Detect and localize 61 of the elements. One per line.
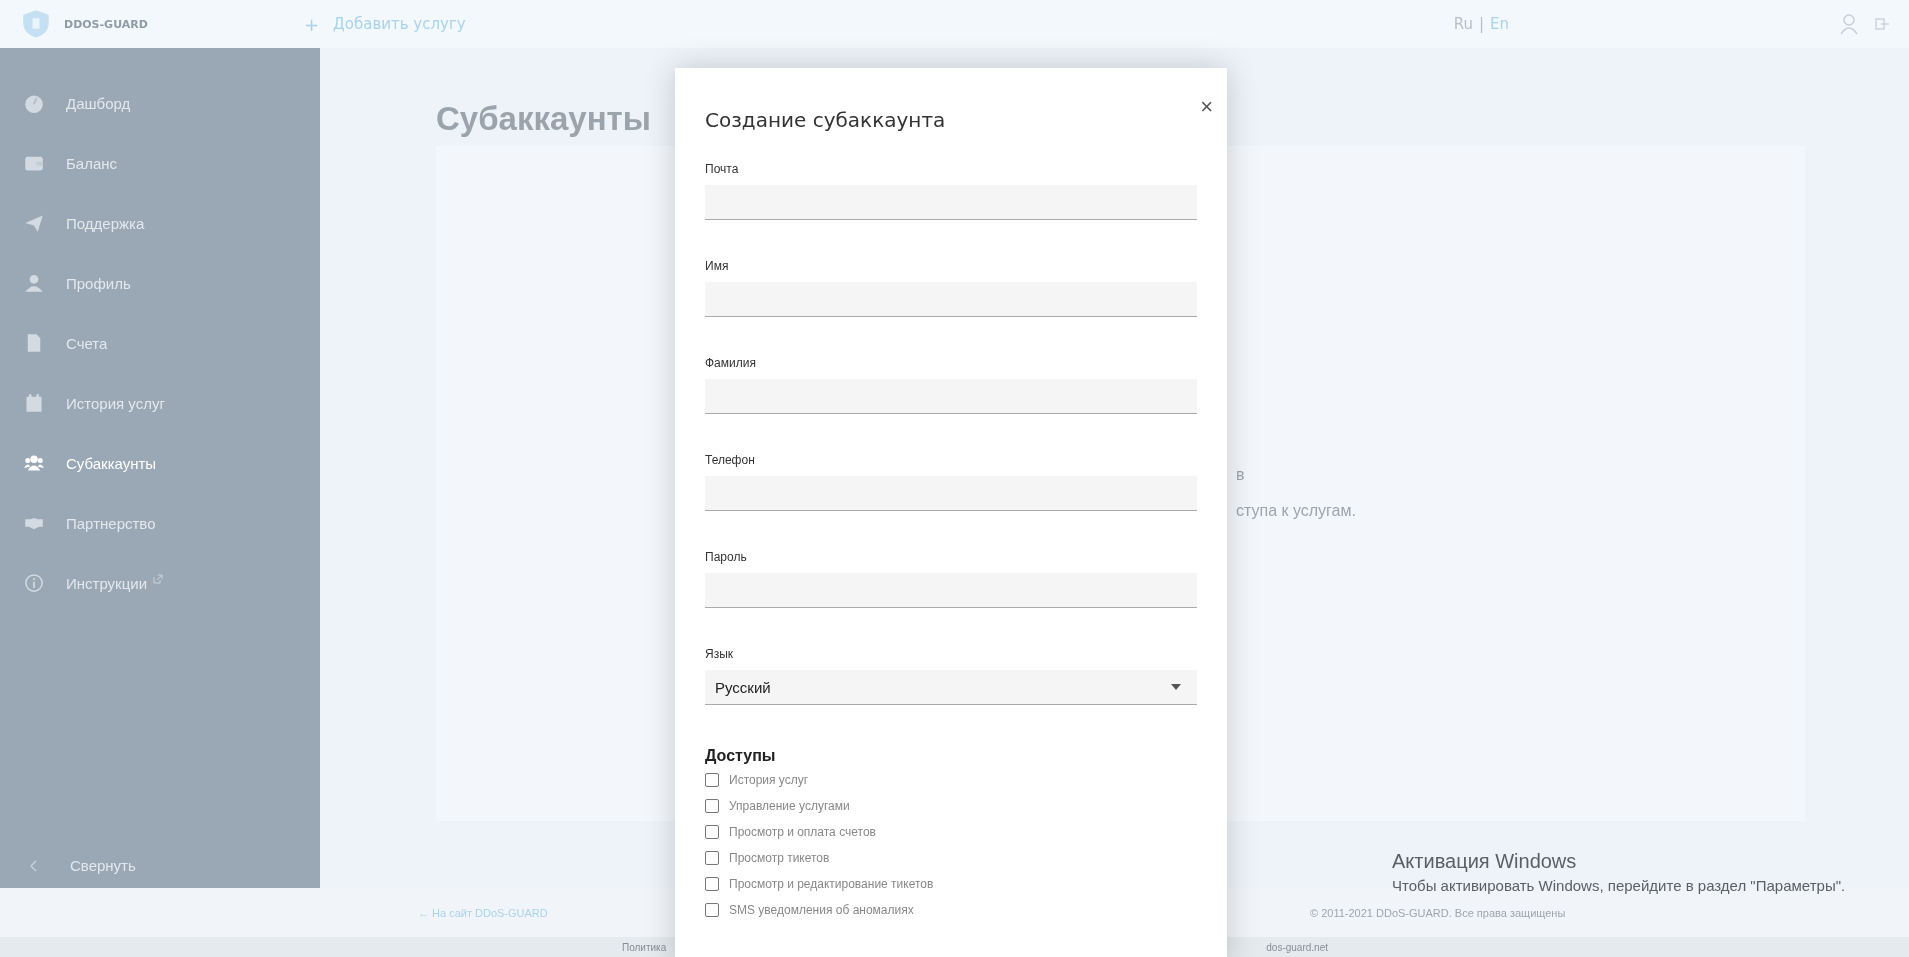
input-field[interactable] bbox=[705, 476, 1197, 511]
activation-title: Активация Windows bbox=[1392, 850, 1578, 873]
users-icon bbox=[24, 453, 44, 473]
chevron-left-icon bbox=[30, 859, 38, 872]
permission-option[interactable]: Просмотр и оплата счетов bbox=[705, 825, 1197, 839]
field-label: Пароль bbox=[705, 550, 748, 564]
collapse-button[interactable]: Свернуть bbox=[0, 857, 320, 888]
field-label: Язык bbox=[705, 647, 735, 661]
sidebar-item[interactable]: Счета bbox=[0, 313, 320, 373]
page-title: Субаккаунты bbox=[436, 100, 651, 138]
section-title: Доступы bbox=[705, 747, 777, 765]
language-select[interactable]: Русский bbox=[705, 670, 1197, 705]
sidebar-item[interactable]: Партнерство bbox=[0, 493, 320, 553]
checkbox[interactable] bbox=[705, 877, 719, 891]
add-service-link[interactable]: + Добавить услугу bbox=[304, 13, 466, 35]
language-link[interactable]: En bbox=[1490, 15, 1509, 33]
plane-icon bbox=[24, 213, 44, 233]
sidebar-item[interactable]: Баланс bbox=[0, 133, 320, 193]
permission-option[interactable]: Управление услугами bbox=[705, 799, 1197, 813]
caret-icon bbox=[1171, 684, 1181, 690]
sidebar-item[interactable]: Субаккаунты bbox=[0, 433, 320, 493]
sidebar-item[interactable]: История услуг bbox=[0, 373, 320, 433]
checkbox[interactable] bbox=[705, 799, 719, 813]
sidebar-item[interactable]: Поддержка bbox=[0, 193, 320, 253]
password-field[interactable] bbox=[705, 573, 1197, 608]
permission-option[interactable]: Просмотр тикетов bbox=[705, 851, 1197, 865]
copyright-text: © 2011-2021 DDoS-GUARD. Все права защищены bbox=[1310, 906, 1566, 919]
input-field[interactable] bbox=[705, 379, 1197, 414]
field-label: Фамилия bbox=[705, 356, 757, 370]
field-label: Почта bbox=[705, 162, 740, 176]
policy-link[interactable]: Политика bbox=[622, 941, 667, 953]
input-field[interactable] bbox=[705, 185, 1197, 220]
shield-logo-icon bbox=[22, 9, 50, 39]
card-text: в bbox=[1236, 466, 1246, 484]
language-separator: | bbox=[1478, 15, 1484, 33]
gauge-icon bbox=[24, 93, 44, 113]
calendar-icon bbox=[24, 393, 44, 413]
dialog-title: Создание субаккаунта bbox=[705, 108, 946, 132]
field-label: Имя bbox=[705, 259, 730, 273]
logout-icon[interactable] bbox=[1875, 17, 1889, 31]
logo-text: DDOS-GUARD bbox=[64, 17, 149, 31]
user-icon[interactable] bbox=[1839, 13, 1859, 35]
checkbox[interactable] bbox=[705, 851, 719, 865]
sidebar-item[interactable]: Профиль bbox=[0, 253, 320, 313]
user-icon bbox=[24, 273, 44, 293]
site-link[interactable]: dos-guard.net bbox=[1266, 941, 1328, 953]
permission-option[interactable]: Просмотр и редактирование тикетов bbox=[705, 877, 1197, 891]
checkbox[interactable] bbox=[705, 825, 719, 839]
permission-option[interactable]: История услуг bbox=[705, 773, 1197, 787]
close-button[interactable]: × bbox=[1200, 96, 1213, 118]
card-text: ступа к услугам. bbox=[1236, 502, 1357, 520]
input-field[interactable] bbox=[705, 282, 1197, 317]
sidebar-item[interactable]: Инструкции bbox=[0, 553, 320, 613]
info-icon bbox=[24, 573, 44, 593]
activation-text: Чтобы активировать Windows, перейдите в раздел "Параметры". bbox=[1392, 877, 1846, 894]
checkbox[interactable] bbox=[705, 903, 719, 917]
language-link[interactable]: Ru bbox=[1453, 15, 1473, 33]
field-label: Телефон bbox=[705, 453, 756, 467]
permission-option[interactable]: SMS уведомления об аномалиях bbox=[705, 903, 1197, 917]
checkbox[interactable] bbox=[705, 773, 719, 787]
sidebar-item[interactable]: Дашборд bbox=[0, 73, 320, 133]
